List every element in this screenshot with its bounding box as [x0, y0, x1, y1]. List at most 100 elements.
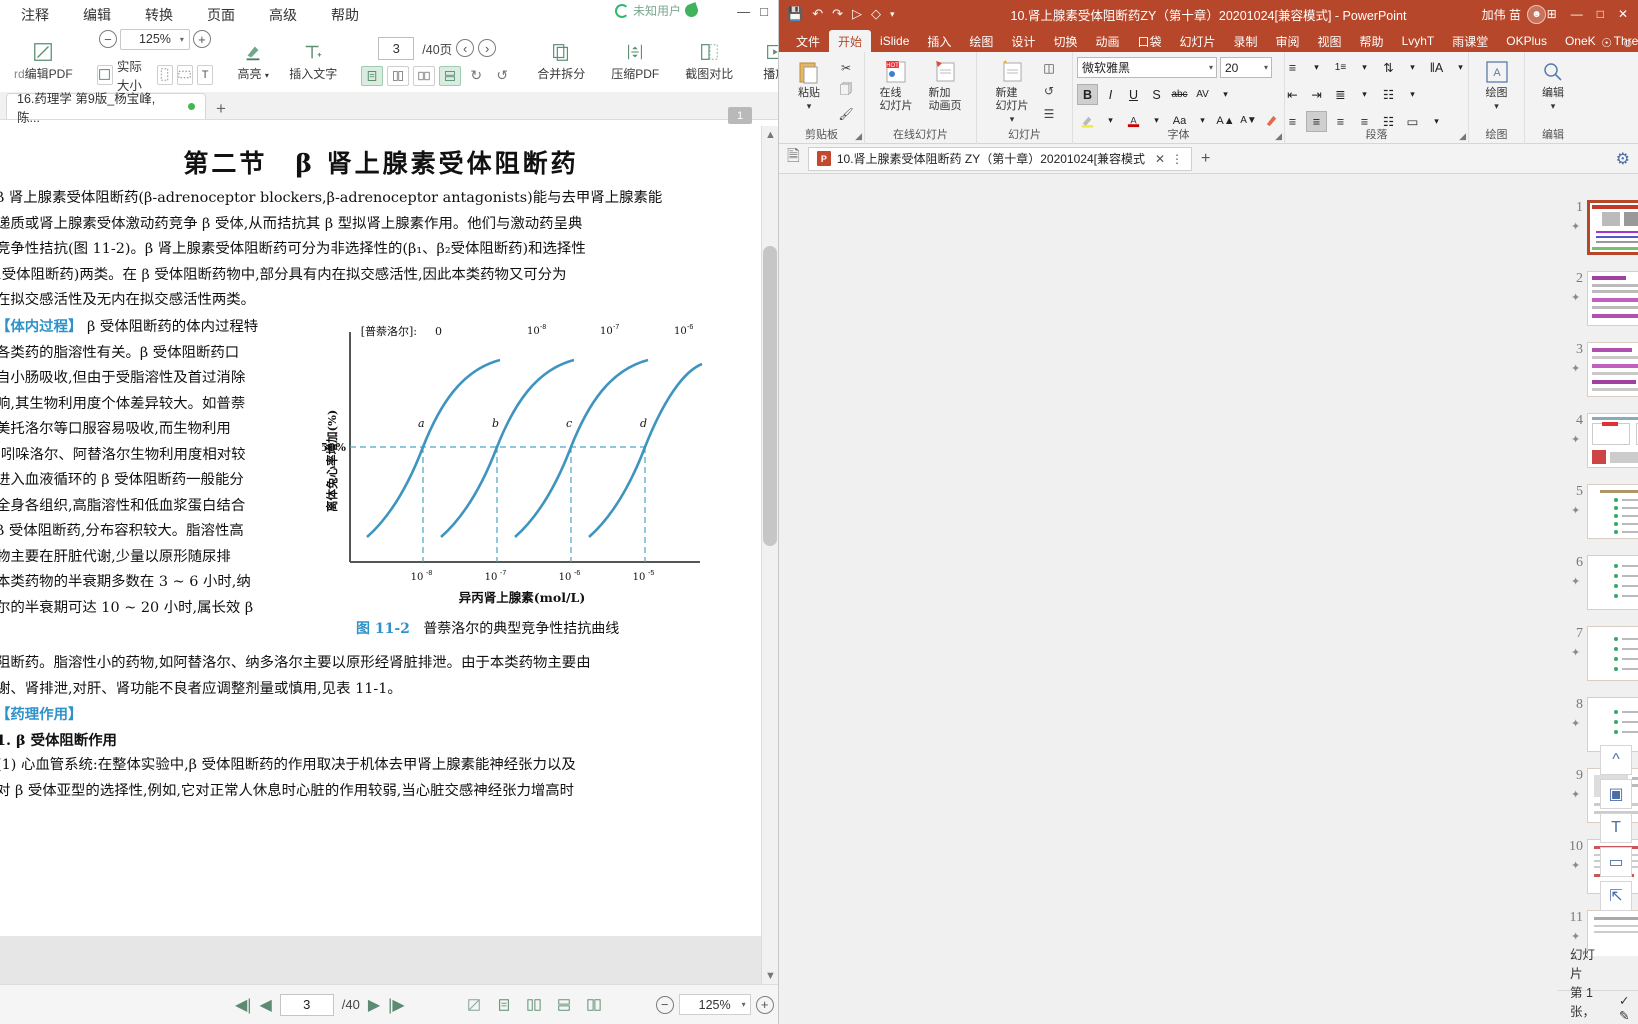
scroll-down-icon[interactable]: ▼	[764, 969, 777, 982]
minimize-icon[interactable]: —	[737, 4, 750, 19]
merge-split-button[interactable]: 合并拆分	[533, 38, 589, 84]
new-animation-button[interactable]: 新加 动画页	[922, 57, 968, 113]
single-page-status-icon[interactable]	[493, 994, 516, 1015]
thumbnail-image-8[interactable]	[1587, 697, 1638, 752]
thumbnail-item-7[interactable]: 7 ✦	[1561, 624, 1638, 695]
ribbon-display-options-icon[interactable]: ⊞	[1547, 7, 1557, 21]
thumbnail-item-6[interactable]: 6 ✦	[1561, 553, 1638, 624]
next-page-button[interactable]: ›	[478, 39, 496, 57]
tab-file[interactable]: 文件	[787, 30, 829, 52]
edit-pdf-button[interactable]: rd编辑PDF	[10, 38, 77, 84]
italic-button[interactable]: I	[1100, 84, 1121, 105]
font-name-combobox[interactable]: 微软雅黑 ▾	[1077, 57, 1217, 78]
tab-home[interactable]: 开始	[829, 30, 871, 52]
continuous-status-icon[interactable]	[523, 994, 546, 1015]
numbering-chevron-icon[interactable]: ▾	[1354, 57, 1375, 78]
draw-icon[interactable]: ◇	[871, 6, 881, 22]
section-icon[interactable]: ☰	[1038, 103, 1060, 124]
font-size-chevron-icon[interactable]: ▾	[1264, 63, 1268, 72]
tab-animations[interactable]: 动画	[1086, 30, 1128, 52]
zoom-level-input[interactable]: 125% ▾	[120, 29, 190, 50]
thumbnail-item-4[interactable]: 4 ✦	[1561, 411, 1638, 482]
rotate-left-icon[interactable]: ↺	[491, 66, 513, 86]
tab-draw[interactable]: 绘图	[960, 30, 1002, 52]
shape-options-icon[interactable]: ▭	[1600, 847, 1632, 877]
font-size-combobox[interactable]: 20 ▾	[1220, 57, 1272, 78]
menu-item-page[interactable]: 页面	[190, 3, 252, 27]
drawing-chevron-icon[interactable]: ▾	[1494, 100, 1499, 113]
document-tab-menu-icon[interactable]: ⋮	[1171, 152, 1183, 166]
menu-item-edit[interactable]: 编辑	[66, 3, 128, 27]
size-options-icon[interactable]: ⇱	[1600, 881, 1632, 911]
thumbnail-item-1[interactable]: 1 ✦	[1561, 198, 1638, 269]
continuous-view-icon[interactable]	[387, 66, 409, 86]
floating-format-toolbar[interactable]: ^ ▣ T ▭ ⇱	[1600, 745, 1632, 911]
collapse-ribbon-icon[interactable]: ^	[1600, 745, 1632, 775]
customize-qat-icon[interactable]: ▾	[890, 9, 895, 20]
slide-count-status[interactable]: 幻灯片 第 1 张，共 12 张	[1558, 944, 1607, 1024]
ppt-restore-icon[interactable]: □	[1597, 7, 1604, 21]
new-document-tab-button[interactable]: +	[1201, 150, 1210, 168]
pdf-page-canvas[interactable]: 第二节 β 肾上腺素受体阻断药 β 肾上腺素受体阻断药(β-adrenocept…	[0, 126, 778, 984]
fit-width-icon[interactable]	[177, 65, 193, 85]
character-spacing-button[interactable]: AV	[1192, 84, 1213, 105]
spellcheck-status[interactable]: ✓ ✎	[1607, 993, 1638, 1023]
chevron-down-icon[interactable]: ▾	[180, 35, 184, 44]
actual-size-icon[interactable]	[97, 65, 113, 85]
decrease-indent-button[interactable]: ⇤	[1282, 84, 1303, 105]
highlight-button[interactable]: 高亮 ▾	[233, 38, 273, 84]
paste-button[interactable]: 粘贴 ▾	[786, 57, 832, 113]
page-number-input[interactable]: 3	[378, 37, 414, 60]
layout-options-icon[interactable]: ▣	[1600, 779, 1632, 809]
screenshot-compare-button[interactable]: 截图对比	[681, 38, 737, 84]
tab-pocket[interactable]: 口袋	[1128, 30, 1170, 52]
drawing-button[interactable]: A 绘图 ▾	[1474, 57, 1520, 113]
menu-item-advanced[interactable]: 高级	[252, 3, 314, 27]
ppt-minimize-icon[interactable]: —	[1571, 7, 1583, 21]
thumbnail-image-4[interactable]	[1587, 413, 1638, 468]
menu-item-help[interactable]: 帮助	[314, 3, 376, 27]
zoom-in-button[interactable]: +	[193, 30, 211, 48]
tab-okplus[interactable]: OKPlus	[1497, 30, 1556, 52]
avatar[interactable]: ☻	[1527, 5, 1546, 24]
editing-chevron-icon[interactable]: ▾	[1551, 100, 1556, 113]
undo-icon[interactable]: ↶	[812, 6, 823, 22]
scroll-up-icon[interactable]: ▲	[764, 128, 777, 141]
last-page-icon[interactable]: |▶	[388, 995, 404, 1015]
pdf-scroll-thumb[interactable]	[763, 246, 777, 546]
share-icon[interactable]: ☺	[1622, 36, 1634, 50]
thumbnail-image-5[interactable]	[1587, 484, 1638, 539]
align-text-button[interactable]: ≣	[1330, 84, 1351, 105]
account-indicator[interactable]: 未知用户	[615, 2, 698, 19]
maximize-icon[interactable]: □	[760, 4, 768, 19]
start-presentation-icon[interactable]: ▷	[852, 6, 862, 22]
paragraph-dialog-launcher[interactable]: ◢	[1459, 131, 1466, 142]
text-direction-chevron-icon[interactable]: ▾	[1450, 57, 1471, 78]
convert-smartart-button[interactable]: ☷	[1378, 84, 1399, 105]
clipboard-dialog-launcher[interactable]: ◢	[855, 131, 862, 142]
tell-me-icon[interactable]: ☉	[1601, 36, 1612, 50]
tab-count-badge[interactable]: 1	[728, 107, 752, 124]
bullets-chevron-icon[interactable]: ▾	[1306, 57, 1327, 78]
thumbnail-item-3[interactable]: 3 ✦	[1561, 340, 1638, 411]
compress-pdf-button[interactable]: 压缩PDF	[607, 38, 663, 84]
paste-dropdown-icon[interactable]: ▾	[807, 100, 812, 113]
status-page-input[interactable]: 3	[280, 994, 334, 1016]
new-slide-button[interactable]: 新建 幻灯片 ▾	[989, 57, 1035, 126]
thumbnail-image[interactable]	[1587, 200, 1638, 255]
new-slide-dropdown-icon[interactable]: ▾	[1010, 113, 1015, 126]
bold-button[interactable]: B	[1077, 84, 1098, 105]
save-icon[interactable]: 💾	[787, 6, 803, 22]
tab-lvyht[interactable]: LvyhT	[1393, 30, 1444, 52]
pdf-vertical-scrollbar[interactable]: ▲ ▼	[761, 126, 778, 984]
thumbnail-image-2[interactable]	[1587, 271, 1638, 326]
thumbnail-image-6[interactable]	[1587, 555, 1638, 610]
insert-text-button[interactable]: 插入文字	[285, 38, 341, 84]
reset-icon[interactable]: ↺	[1038, 80, 1060, 101]
underline-button[interactable]: U	[1123, 84, 1144, 105]
tab-rainclassroom[interactable]: 雨课堂	[1443, 30, 1497, 52]
ppt-close-icon[interactable]: ✕	[1618, 7, 1628, 21]
text-reflow-icon[interactable]: T	[197, 65, 213, 85]
twopage-status-icon[interactable]	[553, 994, 576, 1015]
pdf-window-controls[interactable]: — □	[731, 0, 774, 23]
